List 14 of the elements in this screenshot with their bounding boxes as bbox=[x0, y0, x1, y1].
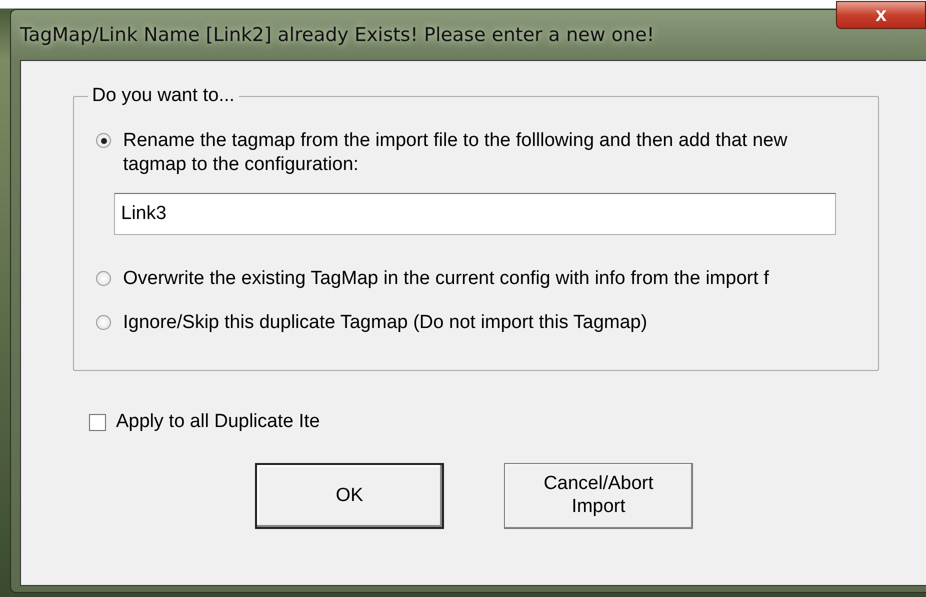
option-label: Rename the tagmap from the import file to the folllowing and then add that new tagmap to the configuration: bbox=[123, 129, 788, 177]
checkbox[interactable] bbox=[89, 414, 106, 430]
window-title: TagMap/Link Name [Link2] already Exists! Please enter a new one! bbox=[20, 24, 654, 46]
close-button[interactable]: x bbox=[836, 1, 926, 29]
option-label: Ignore/Skip this duplicate Tagmap (Do not import this Tagmap) bbox=[123, 311, 648, 335]
group-title: Do you want to... bbox=[91, 85, 236, 107]
checkbox-label: Apply to all Duplicate Ite bbox=[116, 411, 320, 433]
cancel-button[interactable]: Cancel/Abort Import bbox=[504, 463, 693, 529]
radio-button[interactable] bbox=[96, 315, 111, 330]
option-label: Overwrite the existing TagMap in the current config with info from the import f bbox=[123, 267, 769, 291]
name-field[interactable]: Link3 bbox=[114, 193, 836, 235]
radio-button[interactable] bbox=[96, 271, 111, 286]
ok-button[interactable]: OK bbox=[255, 463, 444, 529]
radio-button[interactable] bbox=[96, 133, 111, 148]
